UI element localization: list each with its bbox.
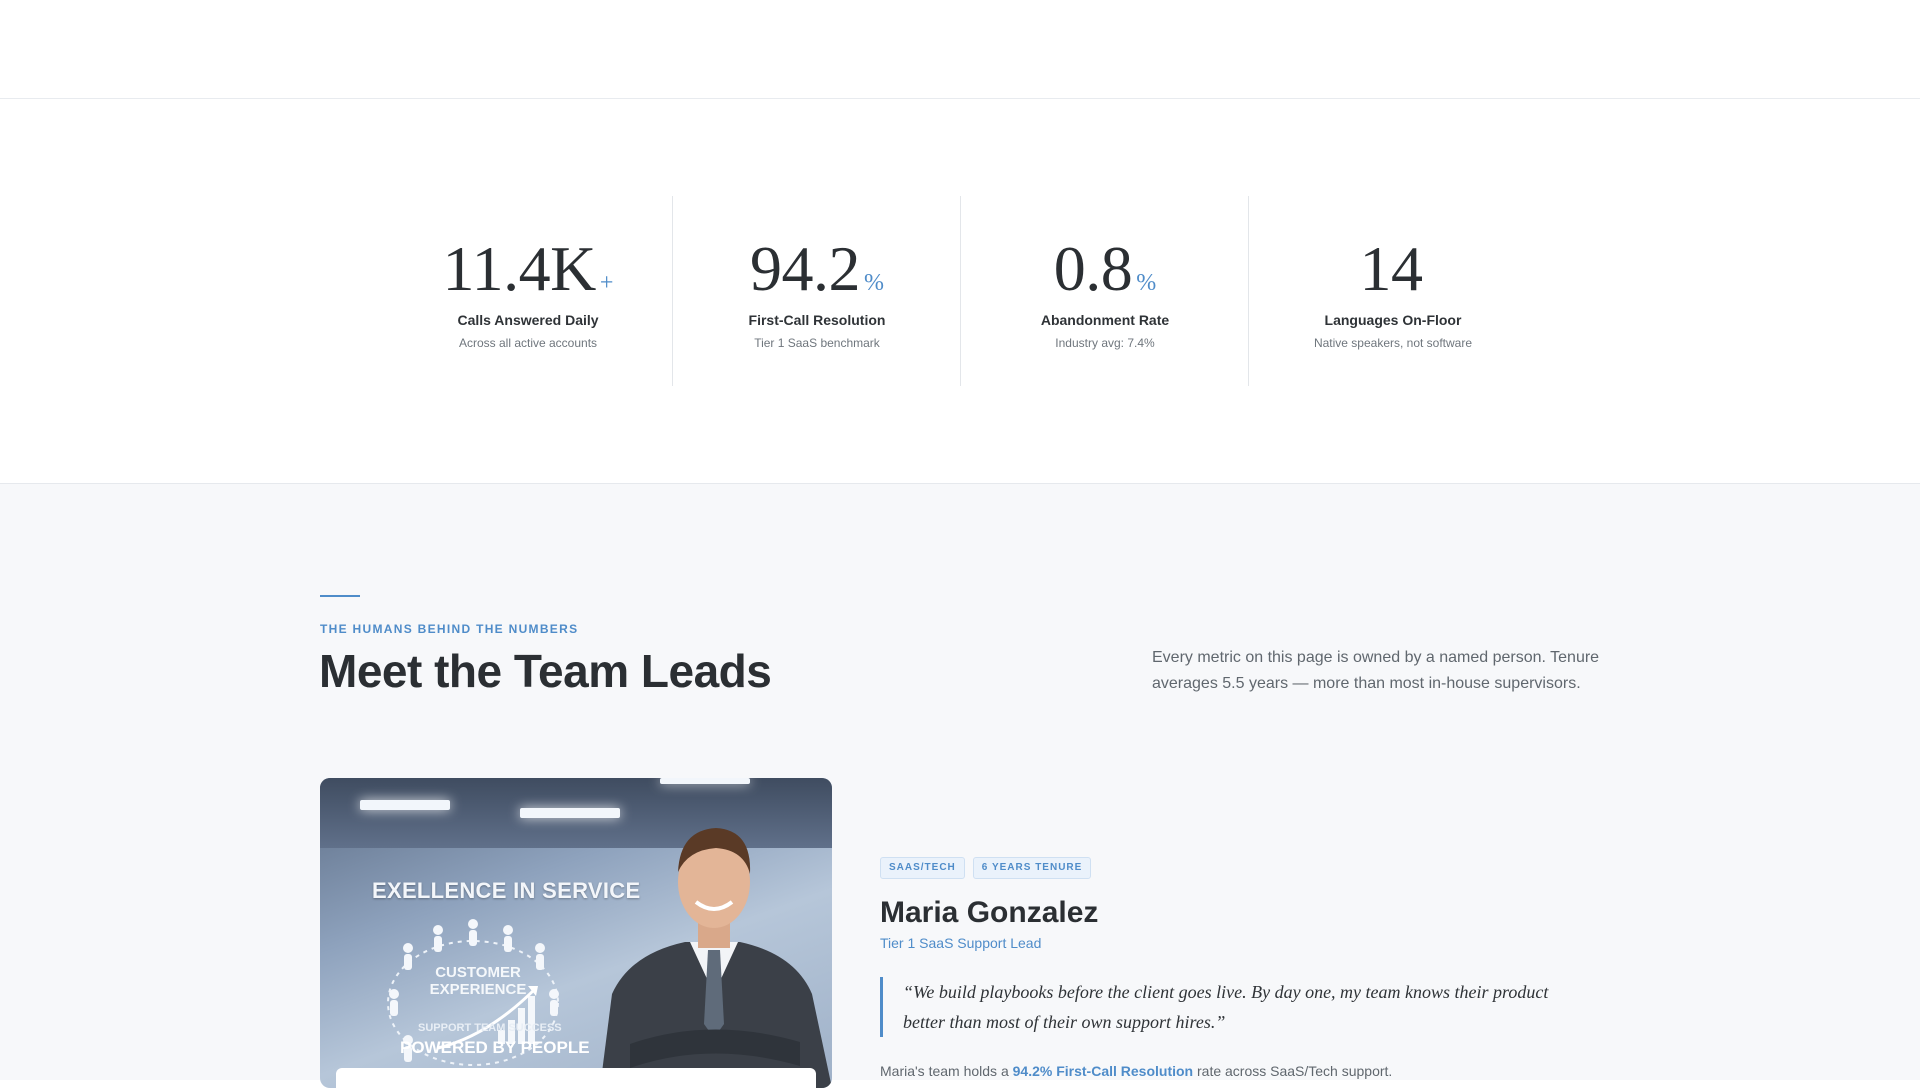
stat-suffix: + [599,270,614,296]
stat-label: Calls Answered Daily [457,312,599,328]
lead-role: Tier 1 SaaS Support Lead [880,935,1042,951]
stats-strip: 11.4K + Calls Answered Daily Across all a… [0,99,1920,484]
stat-suffix: % [864,270,884,296]
poster-powered-by-people: POWERED BY PEOPLE [400,1038,590,1057]
stat-label: First-Call Resolution [748,312,886,328]
stat-subtext: Across all active accounts [458,336,598,350]
stat-value: 14 [1249,234,1537,304]
team-leads-section: THE HUMANS BEHIND THE NUMBERS Meet the T… [0,484,1920,1088]
poster-support-success: SUPPORT TEAM SUCCESS [418,1022,562,1034]
team-lead-profile: SAAS/TECH 6 YEARS TENURE Maria Gonzalez T… [880,857,1600,1079]
stat-abandonment-rate: 0.8% Abandonment Rate Industry avg: 7.4% [960,196,1249,386]
stat-suffix: % [1136,270,1157,296]
team-lead-portrait [600,828,832,1088]
ceiling-light [360,800,450,810]
photo-caption-bar [336,1068,816,1088]
poster-customer-experience: CUSTOMER EXPERIENCE [429,964,527,998]
stat-subtext: Industry avg: 7.4% [1055,336,1155,350]
stat-subtext: Native speakers, not software [1313,336,1473,350]
tag-tenure: 6 YEARS TENURE [972,857,1092,879]
stat-first-call-resolution: 94.2% First-Call Resolution Tier 1 SaaS … [672,196,961,386]
stat-line-highlight: 94.2% First-Call Resolution [1012,1063,1194,1079]
team-circle-illustration [387,919,559,1066]
stat-line-prefix: Maria's team holds a [880,1063,1013,1079]
stat-number: 11.4K [442,233,597,304]
stat-calls-answered: 11.4K + Calls Answered Daily Across all a… [384,196,672,386]
stat-value: 94.2% [673,234,961,304]
stat-number: 14 [1359,233,1424,304]
lead-quote: “We build playbooks before the client go… [880,977,1593,1037]
section-title: Meet the Team Leads [319,645,772,697]
profile-tags: SAAS/TECH 6 YEARS TENURE [880,857,1600,879]
ceiling-light [660,778,750,784]
stat-label: Abandonment Rate [1040,312,1170,328]
team-lead-photo: EXELLENCE IN SERVICE CUSTOMER EXPERIENCE… [320,778,832,1088]
stat-number: 94.2 [750,233,861,304]
stat-languages: 14 Languages On-Floor Native speakers, n… [1248,196,1537,386]
stat-value: 11.4K + [384,234,672,304]
section-intro: Every metric on this page is owned by a … [1152,649,1600,692]
stat-line-suffix: rate across SaaS/Tech support. [1193,1063,1393,1079]
top-navigation-bar [0,0,1920,99]
section-eyebrow: THE HUMANS BEHIND THE NUMBERS [320,622,579,636]
lead-stat-line: Maria's team holds a 94.2% First-Call Re… [880,1063,1600,1079]
accent-rule [320,595,360,597]
lead-name: Maria Gonzalez [880,896,1099,929]
stat-subtext: Tier 1 SaaS benchmark [754,336,880,350]
stat-value: 0.8% [961,234,1249,304]
stat-label: Languages On-Floor [1324,312,1462,328]
stat-number: 0.8 [1053,233,1133,304]
tag-industry: SAAS/TECH [880,857,965,879]
